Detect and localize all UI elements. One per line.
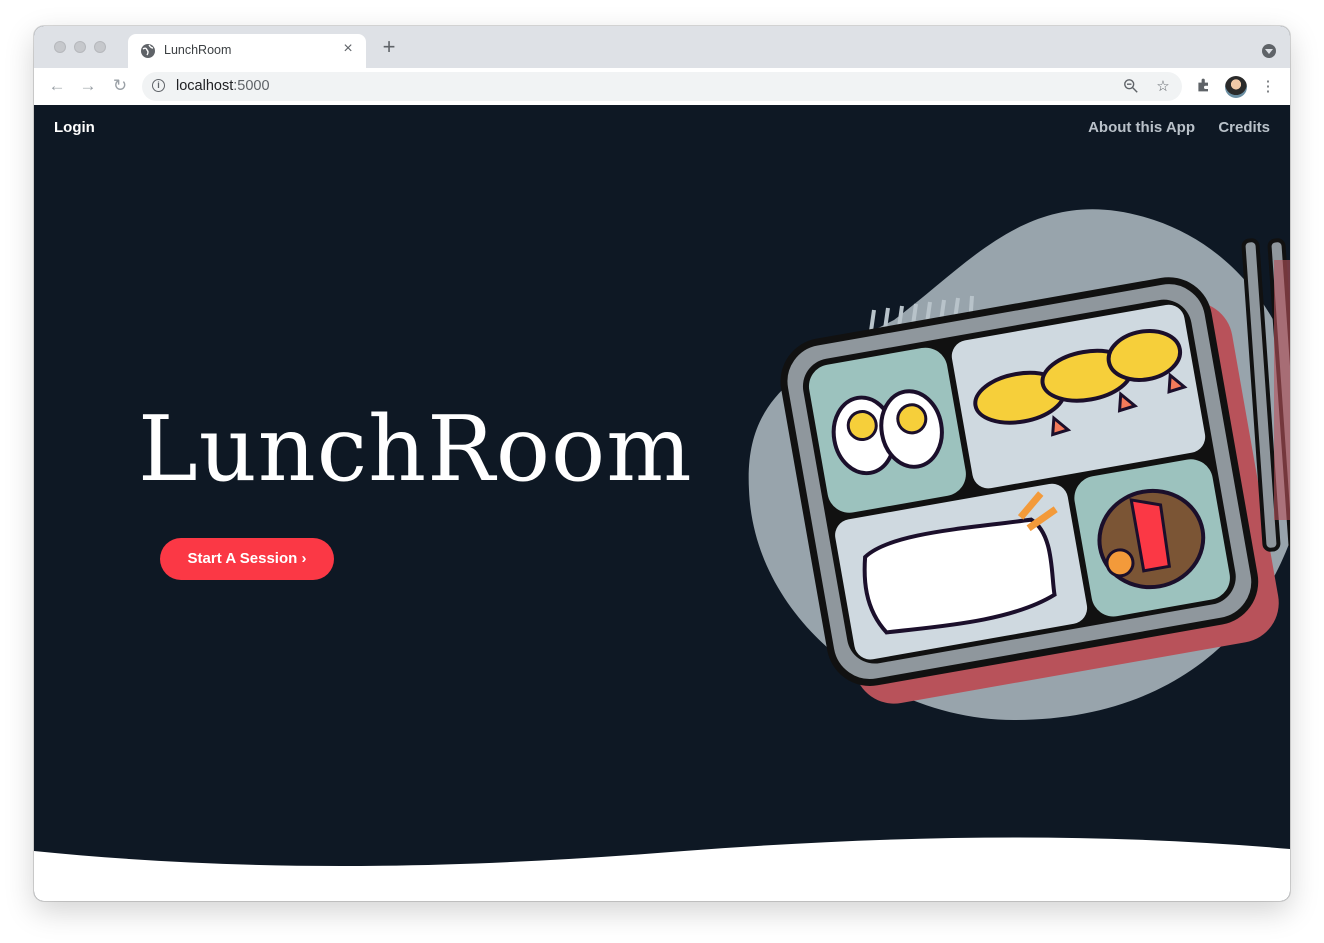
more-menu-icon[interactable]: ⋮	[1258, 77, 1278, 97]
url-text: localhost:5000	[176, 78, 270, 94]
new-tab-button[interactable]: +	[378, 36, 400, 58]
close-window-button[interactable]	[54, 41, 66, 53]
tab-search-icon[interactable]	[1262, 44, 1276, 58]
bottom-wave	[34, 837, 1290, 901]
url-host: localhost	[176, 78, 234, 94]
globe-icon	[141, 44, 155, 58]
tab-title: LunchRoom	[164, 43, 232, 57]
bento-tray-illustration	[748, 209, 1290, 720]
url-port: :5000	[233, 78, 270, 94]
forward-icon[interactable]: →	[77, 75, 99, 97]
back-icon[interactable]: ←	[46, 75, 68, 97]
reload-icon[interactable]: ↻	[109, 75, 131, 97]
hero-title: LunchRoom	[138, 397, 693, 502]
tab-strip: LunchRoom × +	[34, 26, 1290, 68]
extensions-icon[interactable]	[1194, 77, 1214, 97]
zoom-icon[interactable]	[1122, 78, 1140, 96]
page-content: Login About this App Credits LunchRoom S…	[34, 105, 1290, 901]
tab-lunchroom[interactable]: LunchRoom ×	[128, 34, 366, 68]
chevron-right-icon: ›	[301, 550, 307, 567]
site-info-icon[interactable]: i	[152, 79, 165, 92]
start-session-label: Start A Session	[187, 550, 298, 567]
start-session-button[interactable]: Start A Session ›	[160, 538, 334, 580]
credits-link[interactable]: Credits	[1218, 119, 1270, 136]
address-bar[interactable]: i localhost:5000 ☆	[142, 72, 1182, 101]
profile-avatar[interactable]	[1225, 76, 1247, 98]
login-link[interactable]: Login	[54, 119, 95, 136]
minimize-window-button[interactable]	[74, 41, 86, 53]
browser-window: LunchRoom × + ← → ↻ i localhost:5000 ☆ ⋮…	[34, 26, 1290, 901]
maximize-window-button[interactable]	[94, 41, 106, 53]
bookmark-star-icon[interactable]: ☆	[1154, 78, 1172, 96]
browser-toolbar: ← → ↻ i localhost:5000 ☆ ⋮	[34, 68, 1290, 106]
about-link[interactable]: About this App	[1088, 119, 1195, 136]
close-tab-icon[interactable]: ×	[340, 40, 356, 58]
